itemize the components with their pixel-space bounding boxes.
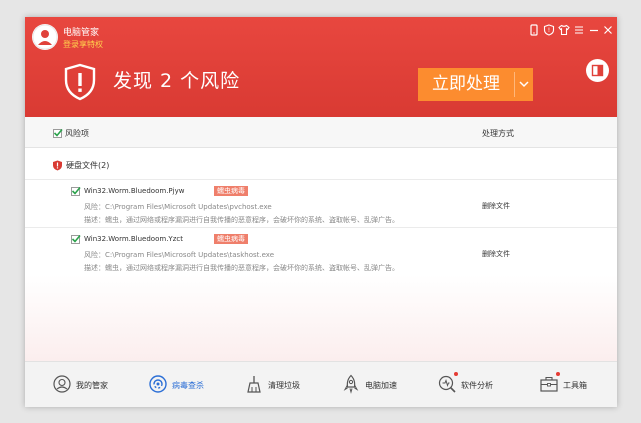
nav-label: 我的管家	[76, 381, 108, 390]
close-icon[interactable]	[602, 24, 614, 36]
table-row[interactable]: Win32.Worm.Bluedoom.Pjyw 蠕虫病毒 风险：C:\Prog…	[25, 179, 617, 228]
column-header: 风险项 处理方式	[25, 117, 617, 148]
handle-now-button[interactable]: 立即处理	[418, 68, 533, 101]
nav-label: 工具箱	[563, 381, 587, 390]
avatar[interactable]	[32, 24, 58, 50]
app-window: 电脑管家 登录享特权 ! 发现 2 个风险 立即处理 风险项 处理方式 硬盘文件…	[25, 17, 617, 407]
threat-name: Win32.Worm.Bluedoom.Yzct	[84, 235, 183, 243]
action-select[interactable]: 删除文件	[482, 201, 510, 211]
nav-label: 软件分析	[461, 381, 493, 390]
threat-description: 描述：蠕虫，通过网络或程序漏洞进行自我传播的恶意程序，会破坏你的系统、盗取帐号、…	[84, 264, 399, 272]
notification-dot	[556, 372, 560, 376]
threat-description: 描述：蠕虫，通过网络或程序漏洞进行自我传播的恶意程序，会破坏你的系统、盗取帐号、…	[84, 216, 399, 224]
threat-path: 风险：C:\Program Files\Microsoft Updates\ta…	[84, 251, 275, 259]
threat-name: Win32.Worm.Bluedoom.Pjyw	[84, 187, 185, 195]
empty-area	[25, 275, 617, 361]
user-avatar-icon	[32, 24, 58, 50]
shield-small-icon[interactable]: !	[543, 24, 555, 36]
threat-badge: 蠕虫病毒	[214, 234, 248, 244]
svg-text:!: !	[548, 27, 550, 34]
virus-scan-icon	[149, 375, 167, 393]
broom-icon	[247, 376, 261, 393]
group-disk-files[interactable]: 硬盘文件(2)	[66, 160, 109, 171]
rocket-icon	[343, 374, 359, 394]
table-row[interactable]: Win32.Worm.Bluedoom.Yzct 蠕虫病毒 风险：C:\Prog…	[25, 227, 617, 277]
skin-shirt-icon[interactable]	[558, 24, 570, 36]
handle-now-label: 立即处理	[432, 74, 500, 94]
phone-icon[interactable]	[528, 24, 540, 36]
header-banner: 电脑管家 登录享特权 ! 发现 2 个风险 立即处理	[25, 17, 617, 117]
danger-shield-icon	[53, 160, 62, 171]
check-icon	[71, 234, 81, 243]
app-title: 电脑管家	[63, 28, 100, 38]
nav-label: 清理垃圾	[268, 381, 300, 390]
check-icon	[53, 128, 63, 137]
select-all-checkbox[interactable]	[53, 128, 63, 138]
col-action-header: 处理方式	[482, 129, 514, 138]
butler-icon	[53, 375, 71, 393]
nav-label: 电脑加速	[365, 381, 397, 390]
threat-badge: 蠕虫病毒	[214, 186, 248, 196]
threat-path: 风险：C:\Program Files\Microsoft Updates\pv…	[84, 203, 272, 211]
magnifier-icon	[438, 375, 456, 393]
login-link[interactable]: 登录享特权	[63, 39, 103, 50]
risk-headline: 发现 2 个风险	[113, 70, 241, 92]
sidebar-toggle-button[interactable]	[586, 59, 609, 82]
toolbox-icon	[540, 376, 558, 392]
check-icon	[71, 186, 81, 195]
minimize-icon[interactable]	[588, 24, 600, 36]
bottom-nav: 我的管家 病毒查杀 清理垃圾 电脑加速 软件分析 工具箱	[25, 361, 617, 407]
action-select[interactable]: 删除文件	[482, 249, 510, 259]
warning-shield-icon	[64, 63, 96, 101]
col-risk-header: 风险项	[65, 129, 89, 138]
row-checkbox[interactable]	[71, 186, 81, 196]
menu-icon[interactable]	[573, 24, 585, 36]
row-checkbox[interactable]	[71, 234, 81, 244]
nav-label: 病毒查杀	[172, 381, 204, 390]
sidebar-panel-icon	[591, 64, 604, 77]
notification-dot	[454, 372, 458, 376]
chevron-down-icon[interactable]	[515, 68, 533, 101]
